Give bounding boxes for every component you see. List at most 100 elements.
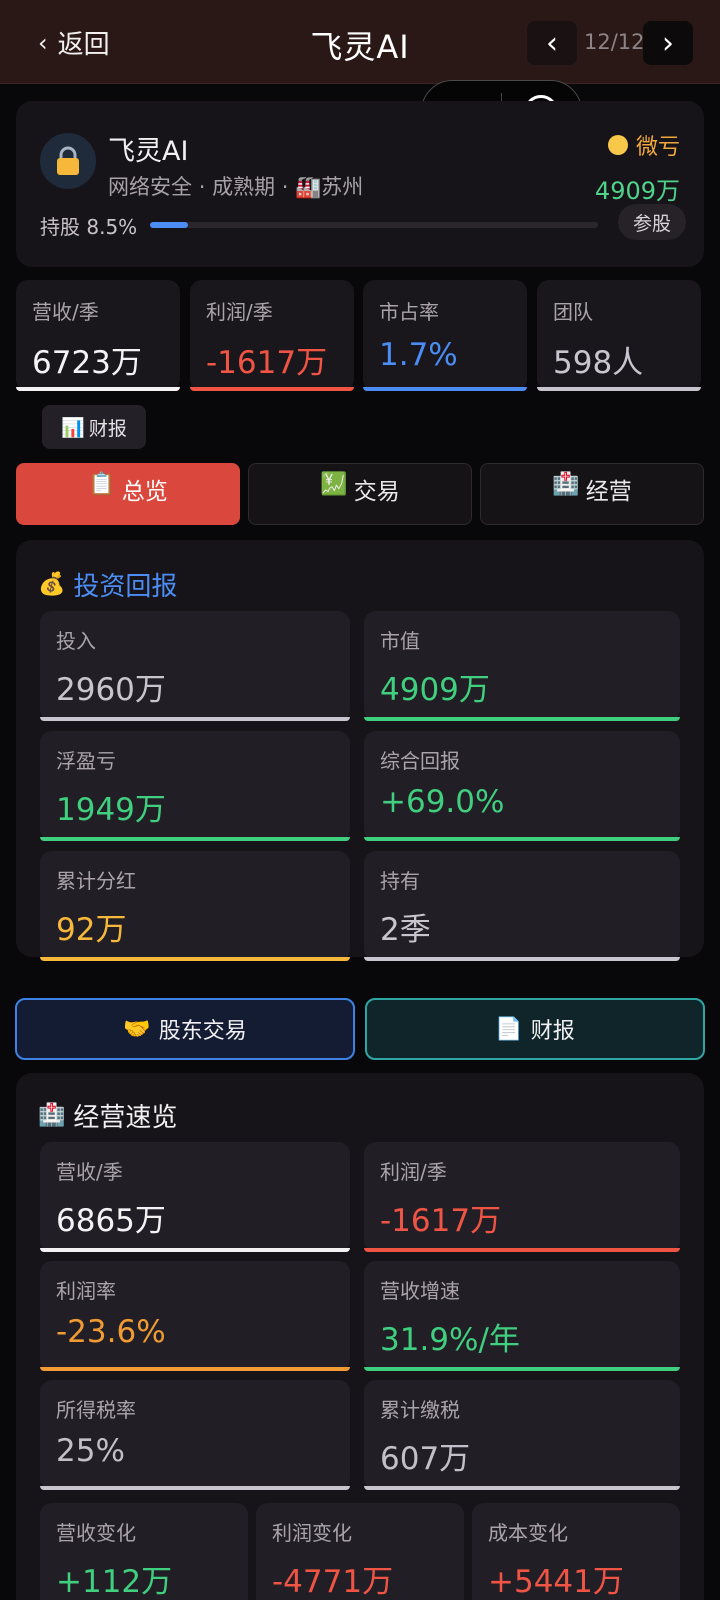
company-avatar xyxy=(40,133,96,189)
bar-chart-icon: 📊 xyxy=(61,416,85,439)
status-dot-icon xyxy=(607,135,628,155)
tile-cumulative-dividend: 累计分红 92万 xyxy=(40,851,350,961)
tile-accent-bar xyxy=(364,837,680,841)
company-card: 飞灵AI 网络安全 · 成熟期 · 🏭苏州 微亏 4909万 持股 8.5% 参… xyxy=(16,101,704,267)
tile-value: 2季 xyxy=(380,912,431,948)
kpi-market-share: 市占率 1.7% xyxy=(363,280,527,391)
tile-label: 利润变化 xyxy=(272,1521,352,1545)
tile-value: 4909万 xyxy=(380,672,490,708)
city-label: 苏州 xyxy=(321,175,364,199)
tile-quarterly-profit: 利润/季 -1617万 xyxy=(364,1142,680,1252)
shareholder-trade-button[interactable]: 🤝 股东交易 xyxy=(15,998,355,1060)
kpi-accent-bar xyxy=(190,387,354,391)
tile-accent-bar xyxy=(40,837,350,841)
kpi-accent-bar xyxy=(363,387,527,391)
tile-quarterly-revenue: 营收/季 6865万 xyxy=(40,1142,350,1252)
money-bag-icon: 💰 xyxy=(38,572,66,597)
tab-label: 总览 xyxy=(121,479,168,505)
company-name: 飞灵AI xyxy=(108,136,189,167)
tile-profit-change: 利润变化 -4771万 xyxy=(256,1503,464,1600)
meta-separator: · xyxy=(281,175,289,199)
clipboard-icon: 📋 xyxy=(88,472,116,497)
building-icon: 🏥 xyxy=(38,1103,66,1128)
tab-overview[interactable]: 📋 总览 xyxy=(16,463,240,525)
tile-accent-bar xyxy=(364,1248,680,1252)
kpi-value: 1.7% xyxy=(379,337,458,373)
button-label: 财报 xyxy=(530,1019,575,1044)
tile-value: -4771万 xyxy=(272,1564,394,1600)
tile-accent-bar xyxy=(40,957,350,961)
financial-report-button[interactable]: 📄 财报 xyxy=(365,998,705,1060)
company-meta: 网络安全 · 成熟期 · 🏭苏州 xyxy=(108,171,363,201)
tile-value: +69.0% xyxy=(380,784,505,820)
chart-yen-icon: 💹 xyxy=(320,472,348,497)
investment-return-section: 💰 投资回报 投入 2960万 市值 4909万 浮盈亏 1949万 综合回报 … xyxy=(16,540,704,961)
industry-label: 网络安全 xyxy=(108,175,192,199)
tab-operations[interactable]: 🏥 经营 xyxy=(480,463,704,525)
tile-label: 持有 xyxy=(380,869,420,893)
meta-separator: · xyxy=(198,175,206,199)
tile-value: 6865万 xyxy=(56,1203,166,1239)
tile-label: 累计缴税 xyxy=(380,1398,460,1422)
kpi-profit: 利润/季 -1617万 xyxy=(190,280,354,391)
tile-label: 营收/季 xyxy=(56,1160,123,1184)
handshake-icon: 🤝 xyxy=(123,1016,151,1042)
tab-trade[interactable]: 💹 交易 xyxy=(248,463,472,525)
kpi-label: 利润/季 xyxy=(206,300,273,324)
factory-icon: 🏭 xyxy=(295,175,322,199)
tile-label: 浮盈亏 xyxy=(56,749,116,773)
invest-button[interactable]: 参股 xyxy=(618,204,686,240)
tile-label: 利润率 xyxy=(56,1279,116,1303)
tile-investment: 投入 2960万 xyxy=(40,611,350,721)
tile-accent-bar xyxy=(40,1367,350,1371)
tile-label: 所得税率 xyxy=(56,1398,136,1422)
financial-report-chip[interactable]: 📊 财报 xyxy=(42,405,146,449)
kpi-revenue: 营收/季 6723万 xyxy=(16,280,180,391)
holding-progress-fill xyxy=(150,222,189,228)
kpi-value: 6723万 xyxy=(32,345,142,381)
tile-value: 1949万 xyxy=(56,792,166,828)
status-badge: 微亏 xyxy=(595,129,680,161)
tile-floating-pnl: 浮盈亏 1949万 xyxy=(40,731,350,841)
next-company-button[interactable]: › xyxy=(643,21,693,65)
tab-label: 经营 xyxy=(585,479,632,505)
tile-label: 利润/季 xyxy=(380,1160,447,1184)
page-indicator: 12/12 xyxy=(584,30,645,54)
top-navigation-bar: ‹ 返回 飞灵AI ‹ 12/12 › xyxy=(0,0,720,84)
kpi-label: 营收/季 xyxy=(32,300,99,324)
tile-value: 2960万 xyxy=(56,672,166,708)
tile-cumulative-tax: 累计缴税 607万 xyxy=(364,1380,680,1490)
previous-company-button[interactable]: ‹ xyxy=(527,21,577,65)
market-value: 4909万 xyxy=(594,177,680,205)
button-label: 股东交易 xyxy=(158,1019,247,1044)
tile-value: +5441万 xyxy=(488,1564,624,1600)
tile-profit-margin: 利润率 -23.6% xyxy=(40,1261,350,1371)
tile-accent-bar xyxy=(364,957,680,961)
kpi-label: 团队 xyxy=(553,300,593,324)
section-title-label: 投资回报 xyxy=(73,572,178,602)
tab-label: 交易 xyxy=(353,479,400,505)
tile-label: 投入 xyxy=(56,629,96,653)
tile-label: 综合回报 xyxy=(380,749,460,773)
tile-revenue-growth: 营收增速 31.9%/年 xyxy=(364,1261,680,1371)
tile-cost-change: 成本变化 +5441万 xyxy=(472,1503,680,1600)
section-title: 🏥 经营速览 xyxy=(38,1097,177,1134)
holding-progress-bar xyxy=(150,222,598,228)
tile-value: -23.6% xyxy=(56,1314,166,1350)
tile-label: 累计分红 xyxy=(56,869,136,893)
stage-label: 成熟期 xyxy=(212,175,276,199)
report-chip-label: 财报 xyxy=(88,417,127,440)
tile-income-tax-rate: 所得税率 25% xyxy=(40,1380,350,1490)
operations-overview-section: 🏥 经营速览 营收/季 6865万 利润/季 -1617万 利润率 -23.6%… xyxy=(16,1073,704,1600)
tile-value: 92万 xyxy=(56,912,127,948)
tile-value: +112万 xyxy=(56,1564,173,1600)
kpi-accent-bar xyxy=(537,387,701,391)
tile-holding-period: 持有 2季 xyxy=(364,851,680,961)
tile-market-value: 市值 4909万 xyxy=(364,611,680,721)
kpi-team: 团队 598人 xyxy=(537,280,701,391)
kpi-value: -1617万 xyxy=(206,345,328,381)
kpi-label: 市占率 xyxy=(379,300,439,324)
holding-label: 持股 8.5% xyxy=(40,215,138,239)
tile-total-return: 综合回报 +69.0% xyxy=(364,731,680,841)
tile-accent-bar xyxy=(40,1486,350,1490)
